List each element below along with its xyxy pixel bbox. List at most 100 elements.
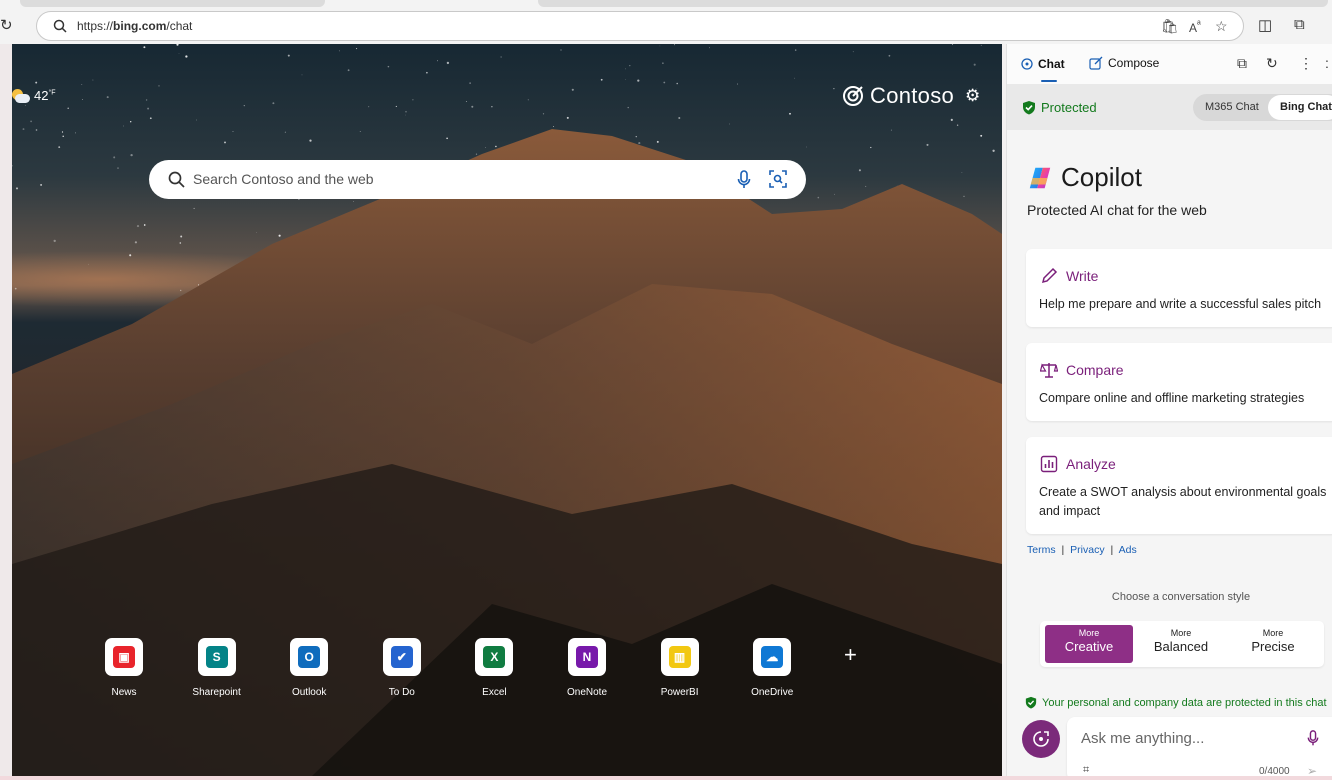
refresh-icon[interactable]: ↻ [1266, 55, 1278, 72]
conversation-style-selector: More Creative More Balanced More Precise [1040, 621, 1324, 667]
search-input[interactable]: Search Contoso and the web [193, 171, 374, 187]
quick-link-tile: ✔ [382, 638, 421, 676]
new-topic-icon [1033, 731, 1049, 747]
shield-check-icon [1023, 101, 1035, 115]
protected-label: Protected [1041, 100, 1097, 115]
weather-temperature: 42°F [34, 88, 56, 103]
privacy-notice: Your personal and company data are prote… [1025, 696, 1327, 709]
onedrive-icon: ☁ [761, 646, 784, 668]
quick-link-label: To Do [388, 687, 415, 698]
todo-icon: ✔ [390, 646, 413, 668]
quick-link-news[interactable]: ▣ News [92, 638, 156, 698]
copilot-logo-icon [1029, 167, 1051, 188]
style-creative-button[interactable]: More Creative [1045, 625, 1133, 663]
ads-link[interactable]: Ads [1119, 544, 1137, 556]
protection-bar: Protected M365 Chat Bing Chat [1007, 84, 1332, 130]
visual-search-icon[interactable] [769, 170, 787, 193]
quick-link-tile: ☁ [753, 638, 792, 676]
news-icon: ▣ [113, 646, 135, 668]
style-balanced-button[interactable]: More Balanced [1137, 625, 1225, 663]
quick-link-label: OneNote [566, 687, 608, 698]
prompt-card-compare[interactable]: Compare Compare online and offline marke… [1026, 343, 1332, 421]
quick-link-label: News [111, 687, 137, 698]
style-precise-button[interactable]: More Precise [1229, 625, 1317, 663]
quick-link-excel[interactable]: X Excel [462, 638, 526, 698]
copilot-side-panel: Chat Compose ⧉ ↻ ⋮ : Protected M365 Chat… [1006, 44, 1332, 780]
card-body: Create a SWOT analysis about environment… [1039, 485, 1327, 518]
tab-strip [20, 0, 1328, 8]
ask-input[interactable] [1081, 730, 1301, 747]
card-title-text: Analyze [1066, 456, 1116, 472]
window-frame [0, 44, 12, 780]
quick-link-powerbi[interactable]: ▥ PowerBI [648, 638, 712, 698]
footer-links: Terms | Privacy | Ads [1027, 544, 1137, 556]
settings-gear-icon[interactable]: ⚙ [965, 86, 980, 106]
sharepoint-icon: S [205, 646, 228, 668]
prompt-card-write[interactable]: Write Help me prepare and write a succes… [1026, 249, 1332, 327]
shield-check-icon [1025, 696, 1037, 709]
quick-link-label: Outlook [291, 687, 327, 698]
tab-compose-label: Compose [1108, 56, 1160, 70]
quick-link-sharepoint[interactable]: S Sharepoint [185, 638, 249, 698]
style-more-label: More [1262, 628, 1284, 638]
read-aloud-icon[interactable]: Aᵃ [1189, 19, 1201, 35]
quick-link-to-do[interactable]: ✔ To Do [370, 638, 434, 698]
conversation-style-heading: Choose a conversation style [1111, 591, 1251, 603]
favorite-star-icon[interactable]: ☆ [1215, 18, 1228, 35]
add-quick-link-icon[interactable]: + [844, 642, 857, 668]
excel-icon: X [483, 646, 506, 668]
m365-chat-option[interactable]: M365 Chat [1205, 101, 1259, 113]
style-more-label: More [1078, 628, 1100, 638]
web-search-box[interactable]: Search Contoso and the web [149, 160, 806, 199]
close-icon[interactable]: : [1325, 55, 1329, 71]
quick-link-onenote[interactable]: N OneNote [555, 638, 619, 698]
tab-compose[interactable]: Compose [1089, 56, 1159, 70]
card-title-text: Compare [1066, 362, 1124, 378]
card-title: Analyze [1040, 455, 1116, 473]
address-bar[interactable]: https://bing.com/chat 🛍 Aᵃ ☆ [36, 11, 1244, 41]
microphone-icon[interactable] [737, 170, 751, 195]
bing-chat-option[interactable]: Bing Chat [1268, 95, 1332, 120]
privacy-link[interactable]: Privacy [1070, 544, 1104, 556]
quick-link-onedrive[interactable]: ☁ OneDrive [740, 638, 804, 698]
browser-toolbar: ↻ https://bing.com/chat 🛍 Aᵃ ☆ ◫ ⧉ [0, 0, 1332, 44]
card-title-text: Write [1066, 268, 1099, 284]
collections-icon[interactable]: ⧉ [1294, 16, 1305, 33]
card-body: Compare online and offline marketing str… [1039, 391, 1305, 405]
protected-status: Protected [1022, 100, 1097, 115]
quick-link-tile: ▣ [105, 638, 143, 676]
link-separator: | [1061, 544, 1065, 556]
tab-chat[interactable]: Chat [1021, 57, 1065, 71]
target-icon [843, 86, 863, 106]
brand-logo: Contoso ⚙ [842, 83, 980, 109]
browser-tab[interactable] [538, 0, 1328, 7]
panel-header: Chat Compose ⧉ ↻ ⋮ : [1007, 44, 1332, 84]
shopping-icon[interactable]: 🛍 [1161, 18, 1179, 35]
quick-link-outlook[interactable]: O Outlook [277, 638, 341, 698]
style-name: Precise [1251, 639, 1295, 654]
terms-link[interactable]: Terms [1027, 544, 1056, 556]
partly-cloudy-icon [12, 88, 30, 103]
address-url[interactable]: https://bing.com/chat [77, 19, 192, 33]
browser-tab[interactable] [20, 0, 325, 7]
new-topic-button[interactable] [1022, 720, 1060, 758]
weather-widget[interactable]: 42°F [12, 88, 56, 103]
chat-bubble-icon [1021, 58, 1033, 70]
more-options-icon[interactable]: ⋮ [1299, 55, 1313, 72]
chat-composer: ⌗ 0/4000 ➢ [1067, 717, 1332, 780]
quick-link-tile: O [290, 638, 329, 676]
window-frame [0, 776, 1332, 780]
outlook-icon: O [298, 646, 321, 668]
split-screen-icon[interactable]: ◫ [1258, 16, 1272, 34]
refresh-icon[interactable]: ↻ [0, 16, 13, 34]
microphone-icon[interactable] [1307, 730, 1319, 752]
quick-link-label: Sharepoint [192, 687, 241, 698]
prompt-card-analyze[interactable]: Analyze Create a SWOT analysis about env… [1026, 437, 1332, 534]
quick-link-label: OneDrive [751, 687, 794, 698]
new-tab-page: 42°F Contoso ⚙ Search Contoso and the we… [12, 44, 1002, 776]
quick-link-tile: N [568, 638, 606, 676]
quick-links: ▣ News S Sharepoint O Outlook ✔ To Do X Excel N One… [92, 638, 882, 708]
scales-icon [1040, 363, 1058, 378]
open-in-new-icon[interactable]: ⧉ [1237, 55, 1247, 72]
quick-link-label: Excel [482, 687, 507, 698]
